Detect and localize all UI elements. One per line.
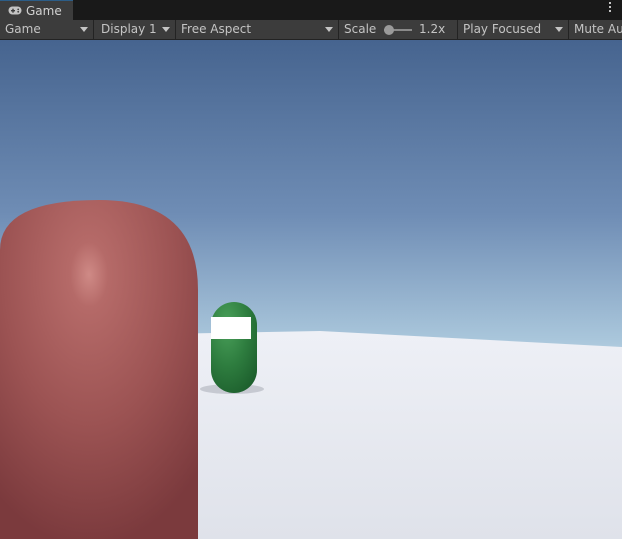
red-capsule: [0, 200, 198, 539]
aspect-dropdown[interactable]: Free Aspect: [176, 20, 339, 39]
view-mode-dropdown[interactable]: Game: [0, 20, 94, 39]
tab-label: Game: [26, 4, 62, 18]
scale-slider-thumb[interactable]: [384, 25, 394, 35]
more-options-icon[interactable]: [608, 2, 612, 16]
green-capsule-visor: [211, 317, 251, 339]
play-mode-label: Play Focused: [463, 22, 542, 36]
view-mode-label: Game: [5, 22, 41, 36]
display-label: Display 1: [101, 22, 157, 36]
game-viewport[interactable]: [0, 40, 622, 539]
chevron-down-icon: [80, 27, 88, 32]
scale-value: 1.2x: [419, 22, 446, 36]
mute-audio-toggle[interactable]: Mute Au: [569, 20, 622, 39]
chevron-down-icon: [162, 27, 170, 32]
scale-label: Scale: [344, 22, 377, 36]
tab-bar: Game: [0, 0, 622, 20]
aspect-label: Free Aspect: [181, 22, 252, 36]
play-mode-dropdown[interactable]: Play Focused: [458, 20, 569, 39]
tab-game[interactable]: Game: [0, 0, 73, 20]
gamepad-icon: [8, 6, 22, 15]
chevron-down-icon: [555, 27, 563, 32]
display-dropdown[interactable]: Display 1: [94, 20, 176, 39]
game-scene: [0, 40, 622, 539]
mute-audio-label: Mute Au: [574, 22, 622, 36]
scale-control: Scale 1.2x: [339, 20, 458, 39]
green-capsule: [211, 302, 257, 393]
game-toolbar: Game Display 1 Free Aspect Scale 1.2x Pl…: [0, 20, 622, 40]
chevron-down-icon: [325, 27, 333, 32]
